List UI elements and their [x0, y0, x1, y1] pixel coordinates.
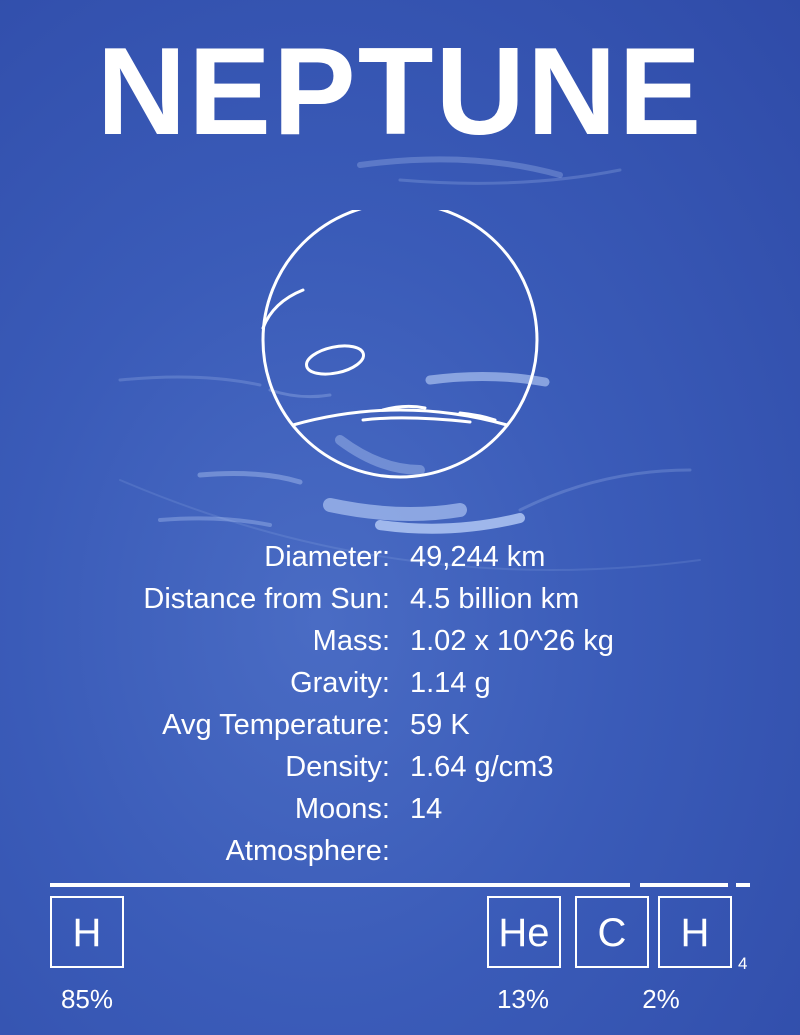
fact-label: Density:: [285, 751, 390, 783]
fact-value: 14: [410, 793, 443, 825]
fact-value: 1.02 x 10^26 kg: [410, 625, 614, 657]
methane-subscript: 4: [738, 954, 748, 973]
percent-hydrogen: 85%: [60, 984, 114, 1014]
fact-label: Distance from Sun:: [143, 583, 390, 615]
fact-row-diameter: Diameter: 49,244 km: [0, 536, 800, 578]
fact-row-temperature: Avg Temperature: 59 K: [0, 704, 800, 746]
element-helium: He: [487, 896, 561, 968]
fact-label: Gravity:: [290, 667, 390, 699]
fact-value: 4.5 billion km: [410, 583, 580, 615]
fact-value: 49,244 km: [410, 541, 546, 573]
fact-value: 1.14 g: [410, 667, 491, 699]
fact-row-moons: Moons: 14: [0, 788, 800, 830]
fact-value: 1.64 g/cm3: [410, 751, 554, 783]
element-carbon: C: [575, 896, 649, 968]
fact-label: Mass:: [312, 625, 390, 657]
planet-poster: NEPTUNE Diameter: 49,244 km Distance fro…: [0, 0, 800, 1035]
fact-label: Moons:: [294, 793, 390, 825]
element-hydrogen: H: [50, 896, 124, 968]
percent-methane: 2%: [642, 984, 680, 1014]
page-title: NEPTUNE: [96, 23, 704, 161]
percent-helium: 13%: [496, 984, 550, 1014]
fact-row-atmosphere: Atmosphere:: [0, 830, 800, 872]
fact-row-density: Density: 1.64 g/cm3: [0, 746, 800, 788]
fact-label: Avg Temperature:: [162, 709, 390, 741]
fact-row-distance: Distance from Sun: 4.5 billion km: [0, 578, 800, 620]
facts-list: Diameter: 49,244 km Distance from Sun: 4…: [0, 536, 800, 872]
fact-label: Diameter:: [264, 541, 390, 573]
neptune-planet-icon: [261, 210, 539, 479]
element-hydrogen-methane: H: [658, 896, 732, 968]
fact-row-mass: Mass: 1.02 x 10^26 kg: [0, 620, 800, 662]
fact-row-gravity: Gravity: 1.14 g: [0, 662, 800, 704]
fact-value: 59 K: [410, 709, 470, 741]
composition-bar-methane: [736, 883, 750, 887]
fact-label: Atmosphere:: [225, 835, 390, 867]
composition-bar-hydrogen: [50, 883, 630, 887]
composition-bar-helium: [640, 883, 728, 887]
